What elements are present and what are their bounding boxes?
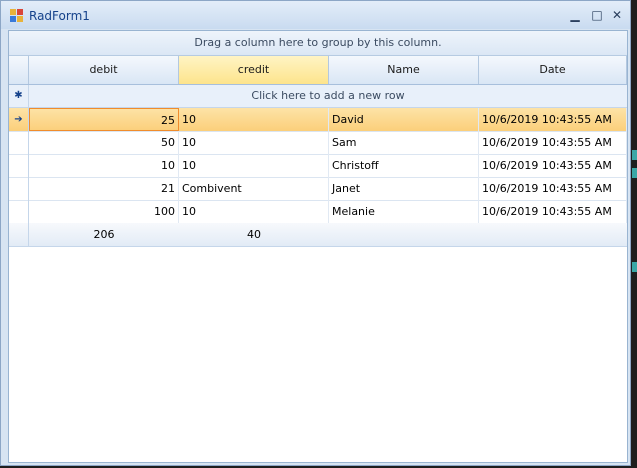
window-title: RadForm1 — [29, 9, 90, 23]
cell-debit[interactable]: 10 — [29, 154, 179, 177]
column-header-credit[interactable]: credit — [179, 56, 329, 84]
grid-view: Drag a column here to group by this colu… — [8, 30, 628, 463]
column-header-name[interactable]: Name — [329, 56, 479, 84]
minimize-button[interactable]: ▁ — [565, 7, 585, 23]
column-header-debit[interactable]: debit — [29, 56, 179, 84]
row-indicator — [9, 131, 29, 154]
row-indicator — [9, 154, 29, 177]
cell-debit[interactable]: 50 — [29, 131, 179, 154]
asterisk-icon: ✱ — [9, 85, 29, 107]
cell-date[interactable]: 10/6/2019 10:43:55 AM — [479, 154, 627, 177]
close-button[interactable]: ✕ — [607, 7, 627, 23]
table-row[interactable]: 21 Combivent Janet 10/6/2019 10:43:55 AM — [9, 177, 627, 201]
cell-name[interactable]: Janet — [329, 177, 479, 200]
cell-credit[interactable]: 10 — [179, 108, 329, 131]
cell-date[interactable]: 10/6/2019 10:43:55 AM — [479, 200, 627, 223]
table-row[interactable]: 50 10 Sam 10/6/2019 10:43:55 AM — [9, 131, 627, 155]
app-window: RadForm1 ▁ □ ✕ Drag a column here to gro… — [0, 0, 631, 466]
cell-date[interactable]: 10/6/2019 10:43:55 AM — [479, 131, 627, 154]
row-indicator — [9, 177, 29, 200]
row-arrow-icon: ➔ — [9, 108, 29, 131]
row-indicator — [9, 200, 29, 223]
row-indicator — [9, 223, 29, 246]
table-row[interactable]: ➔ 25 10 David 10/6/2019 10:43:55 AM — [9, 108, 627, 132]
group-panel[interactable]: Drag a column here to group by this colu… — [9, 31, 627, 56]
summary-credit: 40 — [247, 228, 261, 241]
column-header-date[interactable]: Date — [479, 56, 627, 84]
table-row[interactable]: 10 10 Christoff 10/6/2019 10:43:55 AM — [9, 154, 627, 178]
cell-debit[interactable]: 100 — [29, 200, 179, 223]
summary-debit: 206 — [93, 228, 115, 241]
cell-credit[interactable]: 10 — [179, 131, 329, 154]
app-icon — [10, 9, 24, 23]
cell-credit[interactable]: Combivent — [179, 177, 329, 200]
table-row[interactable]: 100 10 Melanie 10/6/2019 10:43:55 AM — [9, 200, 627, 224]
summary-row: 206 40 — [9, 223, 627, 247]
add-new-row-text: Click here to add a new row — [251, 89, 405, 102]
cell-debit[interactable]: 25 — [29, 108, 179, 131]
background-glyph — [632, 262, 637, 272]
maximize-button[interactable]: □ — [587, 7, 607, 23]
column-header-row: debit credit Name Date — [9, 56, 627, 85]
cell-name[interactable]: Melanie — [329, 200, 479, 223]
cell-credit[interactable]: 10 — [179, 200, 329, 223]
title-bar[interactable]: RadForm1 ▁ □ ✕ — [1, 1, 630, 29]
cell-name[interactable]: David — [329, 108, 479, 131]
background-glyph — [632, 150, 637, 160]
header-corner — [9, 56, 29, 84]
background-glyph — [632, 168, 637, 178]
cell-name[interactable]: Christoff — [329, 154, 479, 177]
cell-credit[interactable]: 10 — [179, 154, 329, 177]
cell-debit[interactable]: 21 — [29, 177, 179, 200]
add-new-row[interactable]: ✱ Click here to add a new row — [9, 85, 627, 108]
cell-name[interactable]: Sam — [329, 131, 479, 154]
cell-date[interactable]: 10/6/2019 10:43:55 AM — [479, 108, 627, 131]
cell-date[interactable]: 10/6/2019 10:43:55 AM — [479, 177, 627, 200]
